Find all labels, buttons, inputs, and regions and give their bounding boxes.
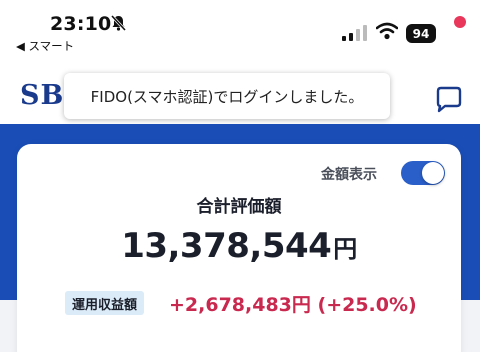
app-screen: 23:10 ◀ スマート 94 SB FIDO(スマホ認証)でログインしました。 bbox=[0, 0, 480, 352]
notification-dot bbox=[454, 16, 466, 28]
toast-message: FIDO(スマホ認証)でログインしました。 bbox=[90, 87, 364, 106]
status-time: 23:10 bbox=[50, 13, 112, 35]
chat-bubble-icon[interactable] bbox=[432, 82, 466, 116]
toggle-knob bbox=[422, 162, 444, 184]
total-amount: 13,378,544 bbox=[121, 226, 332, 266]
signal-icon bbox=[342, 25, 367, 41]
profit-value: +2,678,483円 (+25.0%) bbox=[169, 294, 417, 316]
wifi-icon bbox=[376, 22, 398, 40]
asset-summary-card: 金額表示 合計評価額 13,378,544円 運用収益額 +2,678,483円… bbox=[17, 144, 461, 352]
bell-slash-icon bbox=[110, 14, 127, 32]
app-header: SB FIDO(スマホ認証)でログインしました。 bbox=[0, 62, 480, 124]
profit-label-badge: 運用収益額 bbox=[65, 291, 145, 315]
login-toast: FIDO(スマホ認証)でログインしました。 bbox=[64, 73, 390, 119]
total-valuation-label: 合計評価額 bbox=[196, 197, 282, 217]
battery-icon: 94 bbox=[406, 24, 436, 43]
battery-level: 94 bbox=[412, 26, 430, 41]
total-valuation-value: 13,378,544円 bbox=[17, 226, 461, 266]
back-app-label: ◀ スマート bbox=[16, 39, 75, 53]
back-to-app-link[interactable]: ◀ スマート bbox=[16, 38, 74, 54]
amount-display-toggle[interactable] bbox=[401, 161, 445, 185]
total-unit: 円 bbox=[333, 235, 357, 263]
brand-logo[interactable]: SB bbox=[20, 80, 64, 111]
amount-display-label: 金額表示 bbox=[321, 167, 377, 183]
